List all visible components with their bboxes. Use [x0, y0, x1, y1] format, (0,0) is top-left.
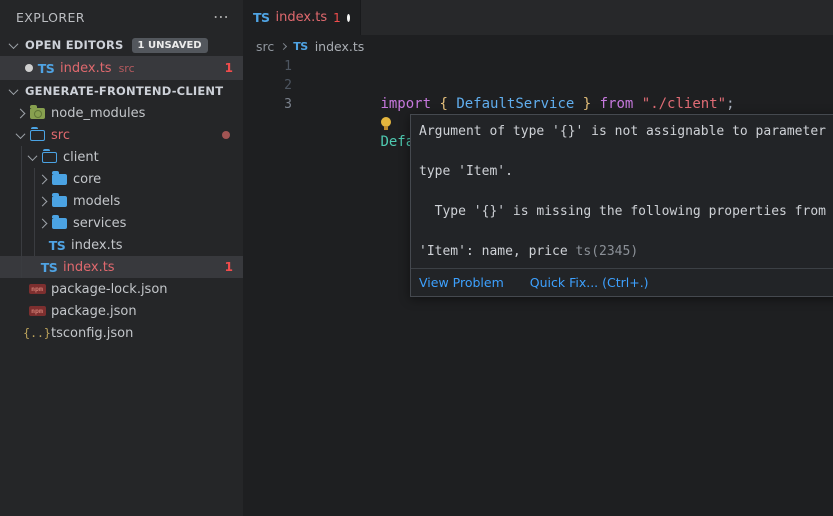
code-editor[interactable]: 1 import { DefaultService } from "./clie… [243, 57, 833, 114]
chevron-down-icon[interactable] [8, 85, 18, 95]
project-section-header[interactable]: GENERATE-FRONTEND-CLIENT [0, 80, 243, 102]
open-folder-icon [30, 130, 45, 141]
tree-item-services[interactable]: services [0, 212, 243, 234]
line-number: 3 [243, 95, 292, 114]
node-modules-folder-icon [30, 108, 45, 119]
vscode-window: EXPLORER ⋯ OPEN EDITORS 1 UNSAVED TS ind… [0, 0, 833, 516]
line-number: 2 [243, 76, 292, 95]
quick-fix-link[interactable]: Quick Fix... (Ctrl+.) [530, 275, 649, 290]
typescript-icon: TS [41, 260, 58, 275]
lightbulb-icon[interactable] [380, 117, 392, 129]
tree-item-label: package-lock.json [51, 282, 168, 297]
open-editor-item-index-ts[interactable]: TS index.ts src 1 [0, 56, 243, 80]
folder-error-dot-icon [222, 131, 230, 139]
open-folder-icon [42, 152, 57, 163]
indent-guide [34, 168, 35, 256]
breadcrumb: src TS index.ts [243, 35, 833, 57]
more-actions-icon[interactable]: ⋯ [213, 12, 229, 22]
tree-item-label: client [63, 150, 99, 165]
explorer-header: EXPLORER ⋯ [0, 0, 243, 34]
json-braces-icon: {..} [23, 326, 51, 340]
indent-guide [21, 146, 22, 278]
tree-item-label: models [73, 194, 120, 209]
open-editor-filename: index.ts [60, 61, 112, 76]
tab-filename: index.ts [276, 10, 328, 25]
chevron-right-icon[interactable] [37, 196, 47, 206]
error-code-ref: ts(2345) [576, 244, 639, 259]
view-problem-link[interactable]: View Problem [419, 275, 504, 290]
breadcrumb-file[interactable]: index.ts [315, 39, 365, 54]
tree-item-label: index.ts [63, 260, 115, 275]
code-line-2[interactable]: 2 [243, 76, 833, 95]
chevron-right-icon[interactable] [37, 218, 47, 228]
error-count-badge: 1 [225, 61, 233, 75]
open-editor-detail: src [119, 62, 135, 75]
tree-item-label: package.json [51, 304, 137, 319]
typescript-icon: TS [253, 10, 270, 25]
tree-item-node-modules[interactable]: node_modules [0, 102, 243, 124]
folder-icon [52, 196, 67, 207]
tree-item-package-json[interactable]: npm package.json [0, 300, 243, 322]
error-line: type 'Item'. [419, 164, 513, 179]
typescript-icon: TS [293, 40, 307, 53]
typescript-icon: TS [38, 61, 55, 76]
chevron-right-icon[interactable] [15, 108, 25, 118]
tab-bar: TS index.ts 1 [243, 0, 833, 35]
project-name-label: GENERATE-FRONTEND-CLIENT [25, 84, 223, 98]
typescript-icon: TS [49, 238, 66, 253]
line-number: 1 [243, 57, 292, 76]
tree-item-src-index-ts[interactable]: TS index.ts 1 [0, 256, 243, 278]
open-editors-header[interactable]: OPEN EDITORS 1 UNSAVED [0, 34, 243, 56]
folder-icon [52, 218, 67, 229]
folder-icon [52, 174, 67, 185]
chevron-down-icon[interactable] [8, 39, 18, 49]
unsaved-dot-icon[interactable] [347, 14, 350, 22]
error-line: Argument of type '{}' is not assignable … [419, 124, 833, 139]
error-hover-tooltip: Argument of type '{}' is not assignable … [410, 114, 833, 297]
error-line: 'Item': name, price [419, 244, 576, 259]
tree-item-core[interactable]: core [0, 168, 243, 190]
error-count-badge: 1 [225, 260, 233, 274]
code-line-3[interactable]: 3 DefaultService.createItemItemPost({}) [243, 95, 833, 114]
tree-item-label: node_modules [51, 106, 145, 121]
explorer-title: EXPLORER [16, 10, 85, 25]
unsaved-badge: 1 UNSAVED [132, 38, 208, 53]
tree-item-tsconfig-json[interactable]: {..} tsconfig.json [0, 322, 243, 344]
tree-item-label: index.ts [71, 238, 123, 253]
tree-item-label: core [73, 172, 101, 187]
tab-error-count: 1 [333, 11, 341, 25]
chevron-right-icon [280, 42, 287, 49]
tree-item-src[interactable]: src [0, 124, 243, 146]
breadcrumb-folder[interactable]: src [256, 39, 274, 54]
tree-item-label: tsconfig.json [51, 326, 133, 341]
code-line-1[interactable]: 1 import { DefaultService } from "./clie… [243, 57, 833, 76]
chevron-right-icon[interactable] [37, 174, 47, 184]
npm-icon: npm [29, 306, 46, 316]
tree-item-client-index-ts[interactable]: TS index.ts [0, 234, 243, 256]
npm-icon: npm [29, 284, 46, 294]
chevron-down-icon[interactable] [27, 151, 37, 161]
tab-index-ts[interactable]: TS index.ts 1 [243, 0, 361, 35]
editor-area: TS index.ts 1 src TS index.ts 1 import {… [243, 0, 833, 516]
open-editors-label: OPEN EDITORS [25, 38, 124, 52]
unsaved-dot-icon[interactable] [25, 64, 33, 72]
chevron-down-icon[interactable] [15, 129, 25, 139]
tree-item-models[interactable]: models [0, 190, 243, 212]
tree-item-package-lock-json[interactable]: npm package-lock.json [0, 278, 243, 300]
error-line: Type '{}' is missing the following prope… [419, 204, 833, 219]
tree-item-label: src [51, 128, 70, 143]
tree-item-client[interactable]: client [0, 146, 243, 168]
explorer-sidebar: EXPLORER ⋯ OPEN EDITORS 1 UNSAVED TS ind… [0, 0, 243, 516]
tree-item-label: services [73, 216, 126, 231]
error-message: Argument of type '{}' is not assignable … [411, 115, 833, 268]
hover-actions: View Problem Quick Fix... (Ctrl+.) [411, 268, 833, 296]
